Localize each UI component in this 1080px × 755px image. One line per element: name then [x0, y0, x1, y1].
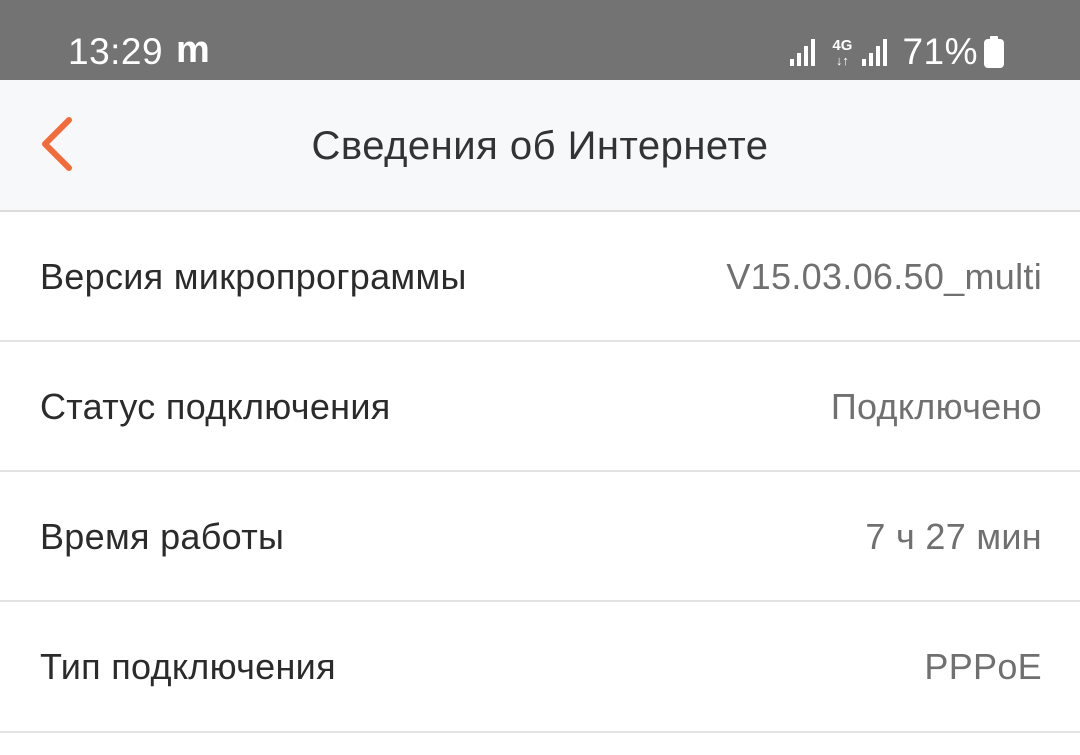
status-indicators: 4G ↓↑ 71%: [788, 30, 1004, 74]
info-row-value: Подключено: [830, 386, 1042, 427]
network-4g-icon: 4G ↓↑: [832, 38, 852, 67]
internet-info-list: Версия микропрограммы V15.03.06.50_multi…: [0, 212, 1080, 733]
page-title: Сведения об Интернете: [311, 124, 769, 168]
info-row-firmware-version: Версия микропрограммы V15.03.06.50_multi: [0, 212, 1080, 342]
info-row-value: PPPoE: [924, 646, 1042, 687]
info-row-connection-status: Статус подключения Подключено: [0, 342, 1080, 472]
info-row-value: V15.03.06.50_multi: [726, 256, 1042, 297]
app-notification-icon: m: [176, 29, 210, 71]
info-row-label: Статус подключения: [40, 386, 391, 427]
status-bar: 13:29 m 4G ↓↑ 71%: [0, 0, 1080, 80]
signal-icon: [790, 39, 816, 66]
info-row-label: Тип подключения: [40, 646, 336, 687]
top-app-bar: Сведения об Интернете: [0, 80, 1080, 212]
signal-icon: [862, 39, 888, 66]
info-row-connection-type: Тип подключения PPPoE: [0, 602, 1080, 733]
battery-icon: [984, 36, 1004, 68]
network-activity-icon: ↓↑: [835, 52, 849, 68]
info-row-label: Время работы: [40, 516, 285, 557]
status-time: 13:29: [68, 31, 164, 72]
info-row-label: Версия микропрограммы: [40, 256, 467, 297]
battery-percent: 71%: [902, 31, 978, 72]
info-row-value: 7 ч 27 мин: [865, 516, 1042, 557]
info-row-uptime: Время работы 7 ч 27 мин: [0, 472, 1080, 602]
network-type-label: 4G: [832, 36, 853, 54]
